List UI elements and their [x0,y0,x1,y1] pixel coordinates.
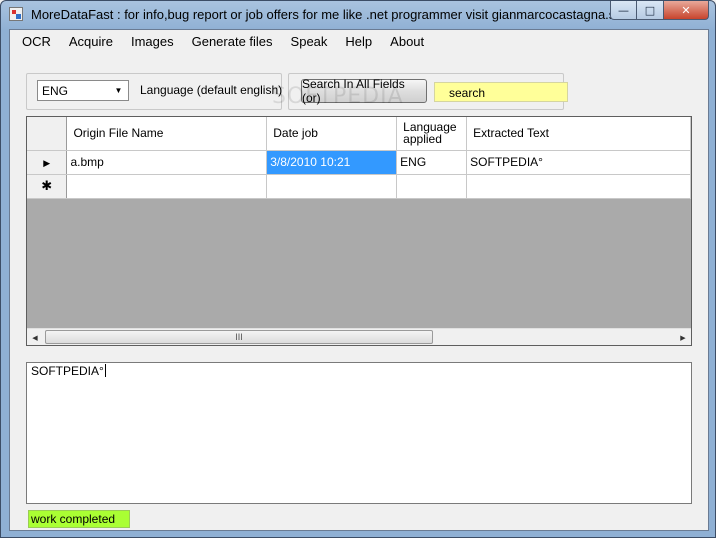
scroll-left-icon[interactable]: ◀ [27,330,43,345]
column-header-extracted-text[interactable]: Extracted Text [466,117,691,151]
minimize-button[interactable]: — [610,1,637,20]
jobs-data-grid[interactable]: Origin File Name Date job Language appli… [26,116,692,346]
close-button[interactable]: ✕ [664,1,709,20]
window-title: MoreDataFast : for info,bug report or jo… [31,7,645,22]
cell-date-job[interactable]: 3/8/2010 10:21 [266,150,398,175]
row-header[interactable]: ▶ [27,150,68,175]
column-header-language-applied[interactable]: Language applied [396,117,468,151]
menu-help[interactable]: Help [336,30,381,54]
table-row[interactable]: ▶ a.bmp 3/8/2010 10:21 ENG SOFTPEDIA° [27,150,691,175]
search-group: Search In All Fields (or) search [288,73,568,110]
cell-origin-file-name[interactable]: a.bmp [66,150,268,175]
menu-generate-files[interactable]: Generate files [183,30,282,54]
grid-corner-cell[interactable] [27,117,68,151]
language-select-value: ENG [42,84,69,98]
title-bar[interactable]: MoreDataFast : for info,bug report or jo… [1,1,715,27]
maximize-button[interactable]: □ [637,1,664,20]
text-caret [104,364,106,377]
row-header[interactable]: ✱ [27,174,68,199]
cell-language-applied[interactable]: ENG [396,150,468,175]
search-all-fields-button[interactable]: Search In All Fields (or) [301,77,427,105]
chevron-down-icon[interactable]: ▼ [111,82,126,99]
cell-extracted-text[interactable]: SOFTPEDIA° [466,150,691,175]
table-header-row: Origin File Name Date job Language appli… [27,117,691,151]
jobs-table: Origin File Name Date job Language appli… [27,117,691,199]
scrollbar-thumb[interactable]: III [45,330,433,344]
new-cell[interactable] [66,174,268,199]
language-select[interactable]: ENG ▼ [37,80,129,101]
scroll-right-icon[interactable]: ▶ [675,330,691,345]
new-row-asterisk-icon: ✱ [41,178,53,193]
extracted-text-area[interactable]: SOFTPEDIA° [26,362,692,504]
table-new-row[interactable]: ✱ [27,174,691,199]
search-input[interactable]: search [434,82,568,102]
language-group: ENG ▼ Language (default english) [26,73,282,110]
menu-about[interactable]: About [381,30,433,54]
menu-speak[interactable]: Speak [282,30,337,54]
language-label: Language (default english) [140,83,283,97]
menu-acquire[interactable]: Acquire [60,30,122,54]
caption-buttons: — □ ✕ [610,1,709,20]
column-header-date-job[interactable]: Date job [266,117,398,151]
new-cell[interactable] [396,174,468,199]
status-label: work completed [28,510,130,528]
menu-bar: OCR Acquire Images Generate files Speak … [10,30,708,54]
current-row-arrow-icon: ▶ [43,158,51,168]
column-header-origin-file-name[interactable]: Origin File Name [66,117,268,151]
client-area: OCR Acquire Images Generate files Speak … [9,29,709,531]
horizontal-scrollbar[interactable]: ◀ III ▶ [27,328,691,345]
menu-images[interactable]: Images [122,30,183,54]
app-icon[interactable] [9,7,23,21]
extracted-text-content: SOFTPEDIA° [31,364,104,378]
app-window: MoreDataFast : for info,bug report or jo… [0,0,716,538]
new-cell[interactable] [266,174,398,199]
menu-ocr[interactable]: OCR [10,30,60,54]
new-cell[interactable] [466,174,691,199]
